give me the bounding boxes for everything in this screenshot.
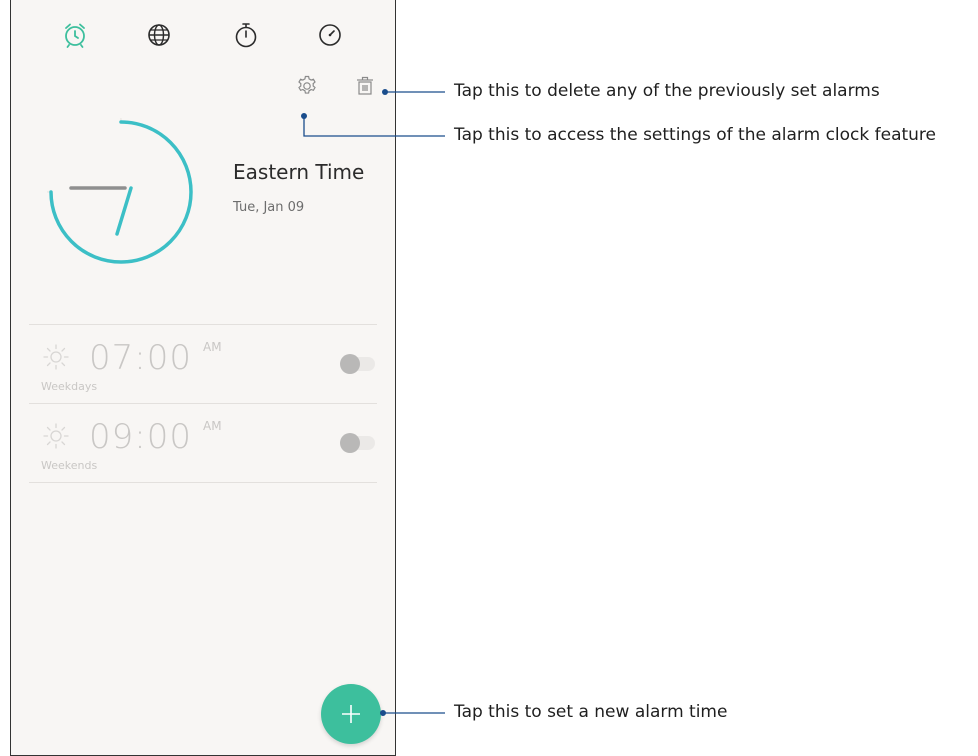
analog-clock [0, 51, 195, 266]
divider [29, 403, 377, 404]
callout-add-text: Tap this to set a new alarm time [454, 702, 728, 722]
alarm-app-screen: Eastern Time Tue, Jan 09 07:00 AM Weekda… [0, 0, 396, 756]
plus-icon [342, 705, 360, 723]
tab-alarm[interactable] [58, 18, 92, 52]
stopwatch-icon [235, 23, 257, 48]
delete-button[interactable] [349, 70, 381, 102]
alarm-ampm: AM [203, 340, 222, 354]
divider [29, 324, 377, 325]
tab-stopwatch[interactable] [229, 18, 263, 52]
settings-button[interactable] [291, 70, 323, 102]
callout-delete-text: Tap this to delete any of the previously… [454, 81, 880, 101]
toggle-knob [340, 354, 360, 374]
alarm-time: 09:00 [89, 417, 192, 457]
alarm-repeat-days: Weekends [41, 459, 98, 472]
time-zone-name: Eastern Time [233, 160, 365, 184]
alarm-ampm: AM [203, 419, 222, 433]
tab-world-clock[interactable] [142, 18, 176, 52]
time-zone-date: Tue, Jan 09 [233, 200, 305, 215]
callout-settings-text: Tap this to access the settings of the a… [454, 125, 937, 145]
toggle-knob [340, 433, 360, 453]
tab-timer[interactable] [313, 18, 347, 52]
clock-progress-ring [49, 120, 193, 264]
minute-hand [115, 186, 133, 236]
alarm-item[interactable]: 07:00 AM Weekdays [29, 326, 377, 404]
divider [29, 482, 377, 483]
globe-icon [148, 24, 170, 46]
alarm-clock-icon [65, 23, 85, 48]
alarm-toggle[interactable] [340, 433, 375, 453]
timer-icon [319, 24, 341, 46]
sun-icon [43, 344, 69, 370]
gear-icon [298, 75, 316, 94]
alarm-repeat-days: Weekdays [41, 380, 98, 393]
alarm-item[interactable]: 09:00 AM Weekends [29, 405, 377, 483]
trash-icon [357, 76, 373, 95]
sun-icon [43, 423, 69, 449]
alarm-time: 07:00 [89, 338, 192, 378]
alarm-toggle[interactable] [340, 354, 375, 374]
add-alarm-button[interactable] [321, 684, 381, 744]
